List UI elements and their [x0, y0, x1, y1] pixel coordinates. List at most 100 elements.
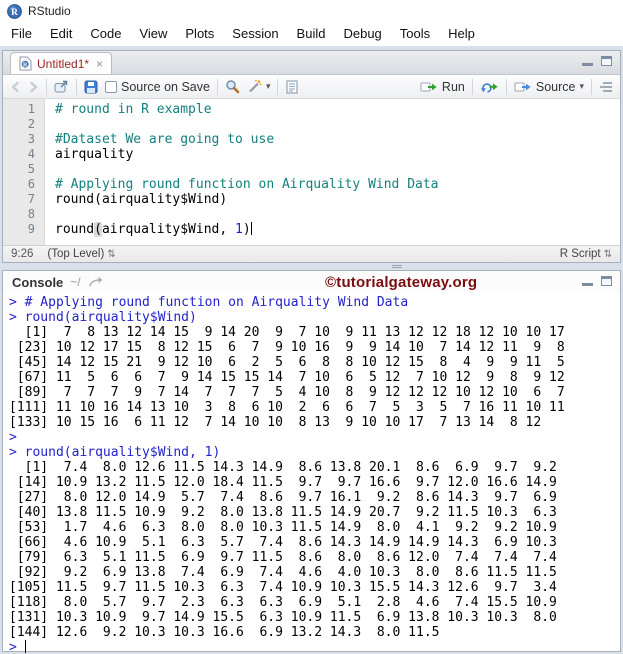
file-type-selector[interactable]: R Script ⇅: [560, 248, 612, 260]
menu-help[interactable]: Help: [439, 22, 484, 46]
console-output-line: [23] 10 12 17 15 8 12 15 6 7 9 10 16 9 9…: [9, 340, 565, 355]
title-bar: R RStudio: [0, 0, 623, 22]
scope-arrows-icon: ⇅: [107, 248, 116, 260]
token-code: ): [242, 222, 251, 237]
source-button[interactable]: Source ▾: [514, 80, 584, 94]
code-line: # Applying round function on Airquality …: [55, 177, 620, 192]
console-output-line: [133] 10 15 16 6 11 12 7 14 10 10 8 13 9…: [9, 415, 542, 430]
go-to-directory-icon[interactable]: [88, 276, 104, 288]
open-in-new-window-icon[interactable]: [54, 80, 69, 93]
tab-close-icon[interactable]: ×: [96, 58, 103, 70]
line-number[interactable]: 1: [3, 102, 44, 117]
line-number[interactable]: 6: [3, 177, 44, 192]
menu-edit[interactable]: Edit: [41, 22, 81, 46]
scope-selector[interactable]: (Top Level) ⇅: [47, 248, 115, 260]
compile-report-icon[interactable]: [285, 80, 299, 94]
menu-view[interactable]: View: [130, 22, 176, 46]
tab-label: Untitled1*: [37, 56, 90, 71]
document-outline-icon[interactable]: [599, 81, 613, 93]
console-output-line: [131] 10.3 10.9 9.7 14.9 15.5 6.3 10.9 1…: [9, 610, 557, 625]
console-input-line: > round(airquality$Wind): [9, 310, 197, 325]
line-number[interactable]: 3: [3, 132, 44, 147]
console-cursor: [24, 640, 26, 653]
console-input-line: >: [9, 640, 26, 654]
menu-session[interactable]: Session: [223, 22, 287, 46]
console-output-line: [111] 11 10 16 14 13 10 3 8 6 10 2 6 6 7…: [9, 400, 565, 415]
line-number[interactable]: 4: [3, 147, 44, 162]
source-on-save-checkbox[interactable]: [105, 80, 117, 93]
back-icon[interactable]: [10, 81, 21, 93]
minimize-console-icon[interactable]: [582, 277, 593, 286]
menu-tools[interactable]: Tools: [391, 22, 439, 46]
console-output-line: [144] 12.6 9.2 10.3 10.3 16.6 6.9 13.2 1…: [9, 625, 440, 640]
token-code: airquality$Wind,: [101, 222, 236, 237]
r-file-icon: R: [19, 56, 32, 71]
menu-code[interactable]: Code: [81, 22, 130, 46]
console-output-line: [79] 6.3 5.1 11.5 6.9 9.7 11.5 8.6 8.0 8…: [9, 550, 557, 565]
console-output-line: [1] 7 8 13 12 14 15 9 14 20 9 7 10 9 11 …: [9, 325, 565, 340]
console-output-line: [45] 14 12 15 21 9 12 10 6 2 5 6 8 8 10 …: [9, 355, 565, 370]
file-type-arrows-icon: ⇅: [603, 248, 612, 260]
menu-debug[interactable]: Debug: [334, 22, 390, 46]
source-on-save-toggle[interactable]: Source on Save: [105, 80, 210, 94]
line-number[interactable]: 7: [3, 192, 44, 207]
source-caret-icon[interactable]: ▾: [579, 81, 584, 92]
source-icon: [514, 81, 532, 93]
rerun-icon[interactable]: [480, 80, 499, 93]
source-label: Source: [535, 79, 576, 94]
tab-untitled1[interactable]: R Untitled1* ×: [10, 52, 113, 74]
code-line: round(airquality$Wind): [55, 192, 620, 207]
minimize-pane-icon[interactable]: [582, 57, 593, 66]
line-number[interactable]: 8: [3, 207, 44, 222]
maximize-console-icon[interactable]: [601, 276, 612, 286]
code-editor[interactable]: 123456789 # round in R example #Dataset W…: [3, 99, 620, 245]
rstudio-window: R RStudio File Edit Code View Plots Session Bu…: [0, 0, 623, 654]
console-output-line: [118] 8.0 5.7 9.7 2.3 6.3 6.3 6.9 5.1 2.…: [9, 595, 557, 610]
console-output-line: [67] 11 5 6 6 7 9 14 15 15 14 7 10 6 5 1…: [9, 370, 565, 385]
source-pane: R Untitled1* × Source on Save ▾ Run Sour…: [2, 50, 621, 263]
console-title: Console: [12, 274, 64, 290]
code-tools-button[interactable]: ▾: [247, 79, 271, 94]
token-number: 1: [235, 222, 243, 237]
menu-bar: File Edit Code View Plots Session Build Debug To…: [0, 22, 623, 46]
menu-plots[interactable]: Plots: [176, 22, 223, 46]
run-button[interactable]: Run: [420, 80, 465, 94]
find-icon[interactable]: [225, 79, 240, 94]
token-comment: # Applying round function on Airquality …: [55, 177, 439, 192]
maximize-pane-icon[interactable]: [601, 56, 612, 66]
console-output-line: [66] 4.6 10.9 5.1 6.3 5.7 7.4 8.6 14.3 1…: [9, 535, 557, 550]
editor-status-bar: 9:26 (Top Level) ⇅ R Script ⇅: [3, 245, 620, 262]
code-line: # round in R example: [55, 102, 620, 117]
line-number[interactable]: 2: [3, 117, 44, 132]
menu-file[interactable]: File: [2, 22, 41, 46]
code-line: #Dataset We are going to use: [55, 132, 620, 147]
menu-build[interactable]: Build: [288, 22, 335, 46]
editor-code-area[interactable]: # round in R example #Dataset We are goin…: [45, 99, 620, 245]
file-type-label: R Script: [559, 248, 601, 260]
editor-gutter[interactable]: 123456789: [3, 99, 45, 245]
line-number[interactable]: 9: [3, 222, 44, 237]
run-icon: [420, 81, 438, 93]
console-output-line: [89] 7 7 7 9 7 14 7 7 7 5 4 10 8 9 12 12…: [9, 385, 565, 400]
forward-icon[interactable]: [28, 81, 39, 93]
pane-splitter[interactable]: [0, 263, 623, 270]
cursor-position: 9:26: [11, 248, 34, 260]
console-pane[interactable]: Console ~/ ©tutorialgateway.org > # Appl…: [2, 270, 621, 654]
splitter-grip-icon: [392, 265, 402, 268]
code-line: airquality: [55, 147, 620, 162]
token-code: airquality: [55, 147, 134, 162]
console-output-line: [40] 13.8 11.5 10.9 9.2 8.0 13.8 11.5 14…: [9, 505, 557, 520]
console-output[interactable]: > # Applying round function on Airqualit…: [3, 293, 620, 654]
run-label: Run: [441, 79, 465, 94]
token-code: round: [55, 222, 95, 237]
line-number[interactable]: 5: [3, 162, 44, 177]
rstudio-logo-icon: R: [7, 3, 22, 19]
console-input-line: >: [9, 430, 17, 445]
save-icon[interactable]: [84, 80, 98, 94]
code-tools-caret-icon: ▾: [265, 81, 271, 91]
source-tab-bar: R Untitled1* ×: [3, 51, 620, 75]
console-output-line: [105] 11.5 9.7 11.5 10.3 6.3 7.4 10.9 10…: [9, 580, 557, 595]
console-output-line: [92] 9.2 6.9 13.8 7.4 6.9 7.4 4.6 4.0 10…: [9, 565, 557, 580]
